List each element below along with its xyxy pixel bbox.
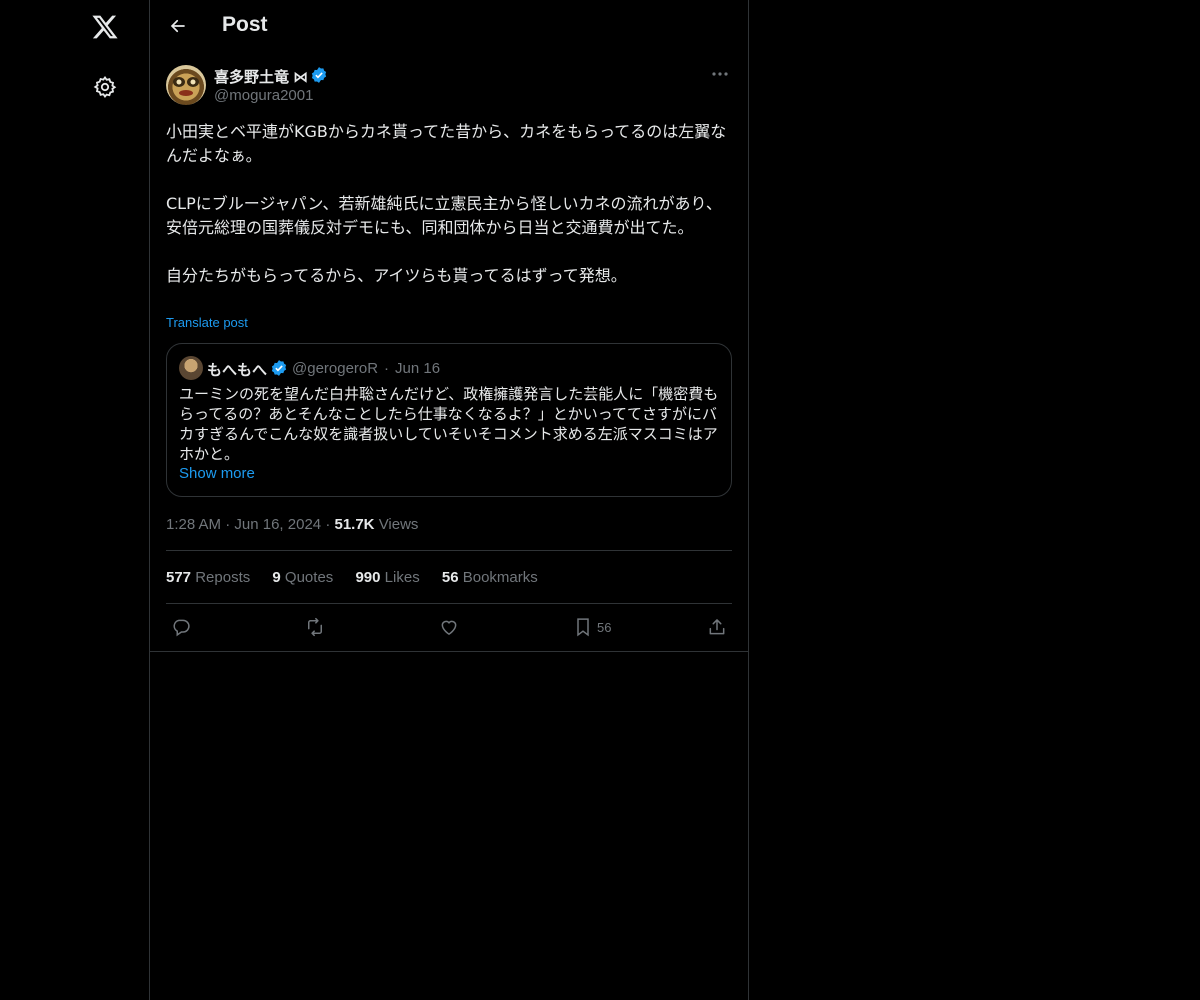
bookmark-count: 56: [597, 619, 612, 635]
quoted-post[interactable]: もへもへ @gerogeroR · Jun 16 ユーミンの死を望んだ白井聡さん…: [166, 343, 732, 497]
like-icon[interactable]: [439, 615, 459, 639]
show-more-link[interactable]: Show more: [179, 465, 255, 482]
reposts-stat[interactable]: 577 Reposts: [166, 569, 250, 586]
x-logo-icon[interactable]: [88, 10, 122, 44]
quote-author-handle: @gerogeroR: [292, 360, 379, 377]
verified-icon: [310, 66, 328, 89]
separator-dot: ·: [225, 516, 231, 533]
post-meta: 1:28 AM · Jun 16, 2024 · 51.7K Views: [166, 516, 418, 533]
more-icon[interactable]: [708, 64, 732, 84]
post-date[interactable]: Jun 16, 2024: [234, 516, 321, 533]
views-label: Views: [378, 516, 419, 533]
views-count: 51.7K: [334, 516, 375, 533]
page-title: Post: [222, 13, 268, 36]
divider: [166, 603, 732, 604]
reply-icon[interactable]: [171, 615, 191, 639]
bookmarks-stat[interactable]: 56 Bookmarks: [442, 569, 538, 586]
separator-dot: ·: [325, 516, 331, 533]
quote-text: ユーミンの死を望んだ白井聡さんだけど、政権擁護発言した芸能人に「機密費もらってる…: [179, 385, 719, 463]
share-icon[interactable]: [707, 615, 727, 639]
quotes-stat[interactable]: 9 Quotes: [272, 569, 333, 586]
author-name[interactable]: 喜多野土竜 ⋈: [214, 66, 308, 87]
action-bar: 56: [166, 615, 732, 645]
page-header: Post: [150, 0, 748, 54]
translate-post-link[interactable]: Translate post: [166, 315, 248, 330]
gear-icon[interactable]: [88, 70, 122, 104]
quote-date: Jun 16: [395, 360, 441, 377]
quote-avatar: [179, 356, 203, 380]
post-time[interactable]: 1:28 AM: [166, 516, 221, 533]
author-handle[interactable]: @mogura2001: [214, 87, 313, 104]
main-column: Post 喜多野土竜 ⋈ @mogura2001 小田実とベ平連がKGBからカネ…: [150, 0, 749, 1000]
verified-icon: [270, 359, 288, 382]
likes-stat[interactable]: 990 Likes: [355, 569, 419, 586]
separator-dot: ·: [384, 360, 389, 377]
divider: [166, 550, 732, 551]
bookmark-icon[interactable]: 56: [574, 615, 611, 639]
repost-icon[interactable]: [304, 615, 326, 639]
avatar[interactable]: [166, 65, 206, 105]
post-stats: 577 Reposts 9 Quotes 990 Likes 56 Bookma…: [166, 569, 556, 586]
back-arrow-icon[interactable]: [164, 12, 192, 40]
divider: [150, 651, 748, 652]
post-text: 小田実とベ平連がKGBからカネ貰ってた昔から、カネをもらってるのは左翼なんだよな…: [166, 122, 727, 285]
quote-author-name: もへもへ: [207, 362, 268, 379]
left-nav: [0, 0, 150, 1000]
